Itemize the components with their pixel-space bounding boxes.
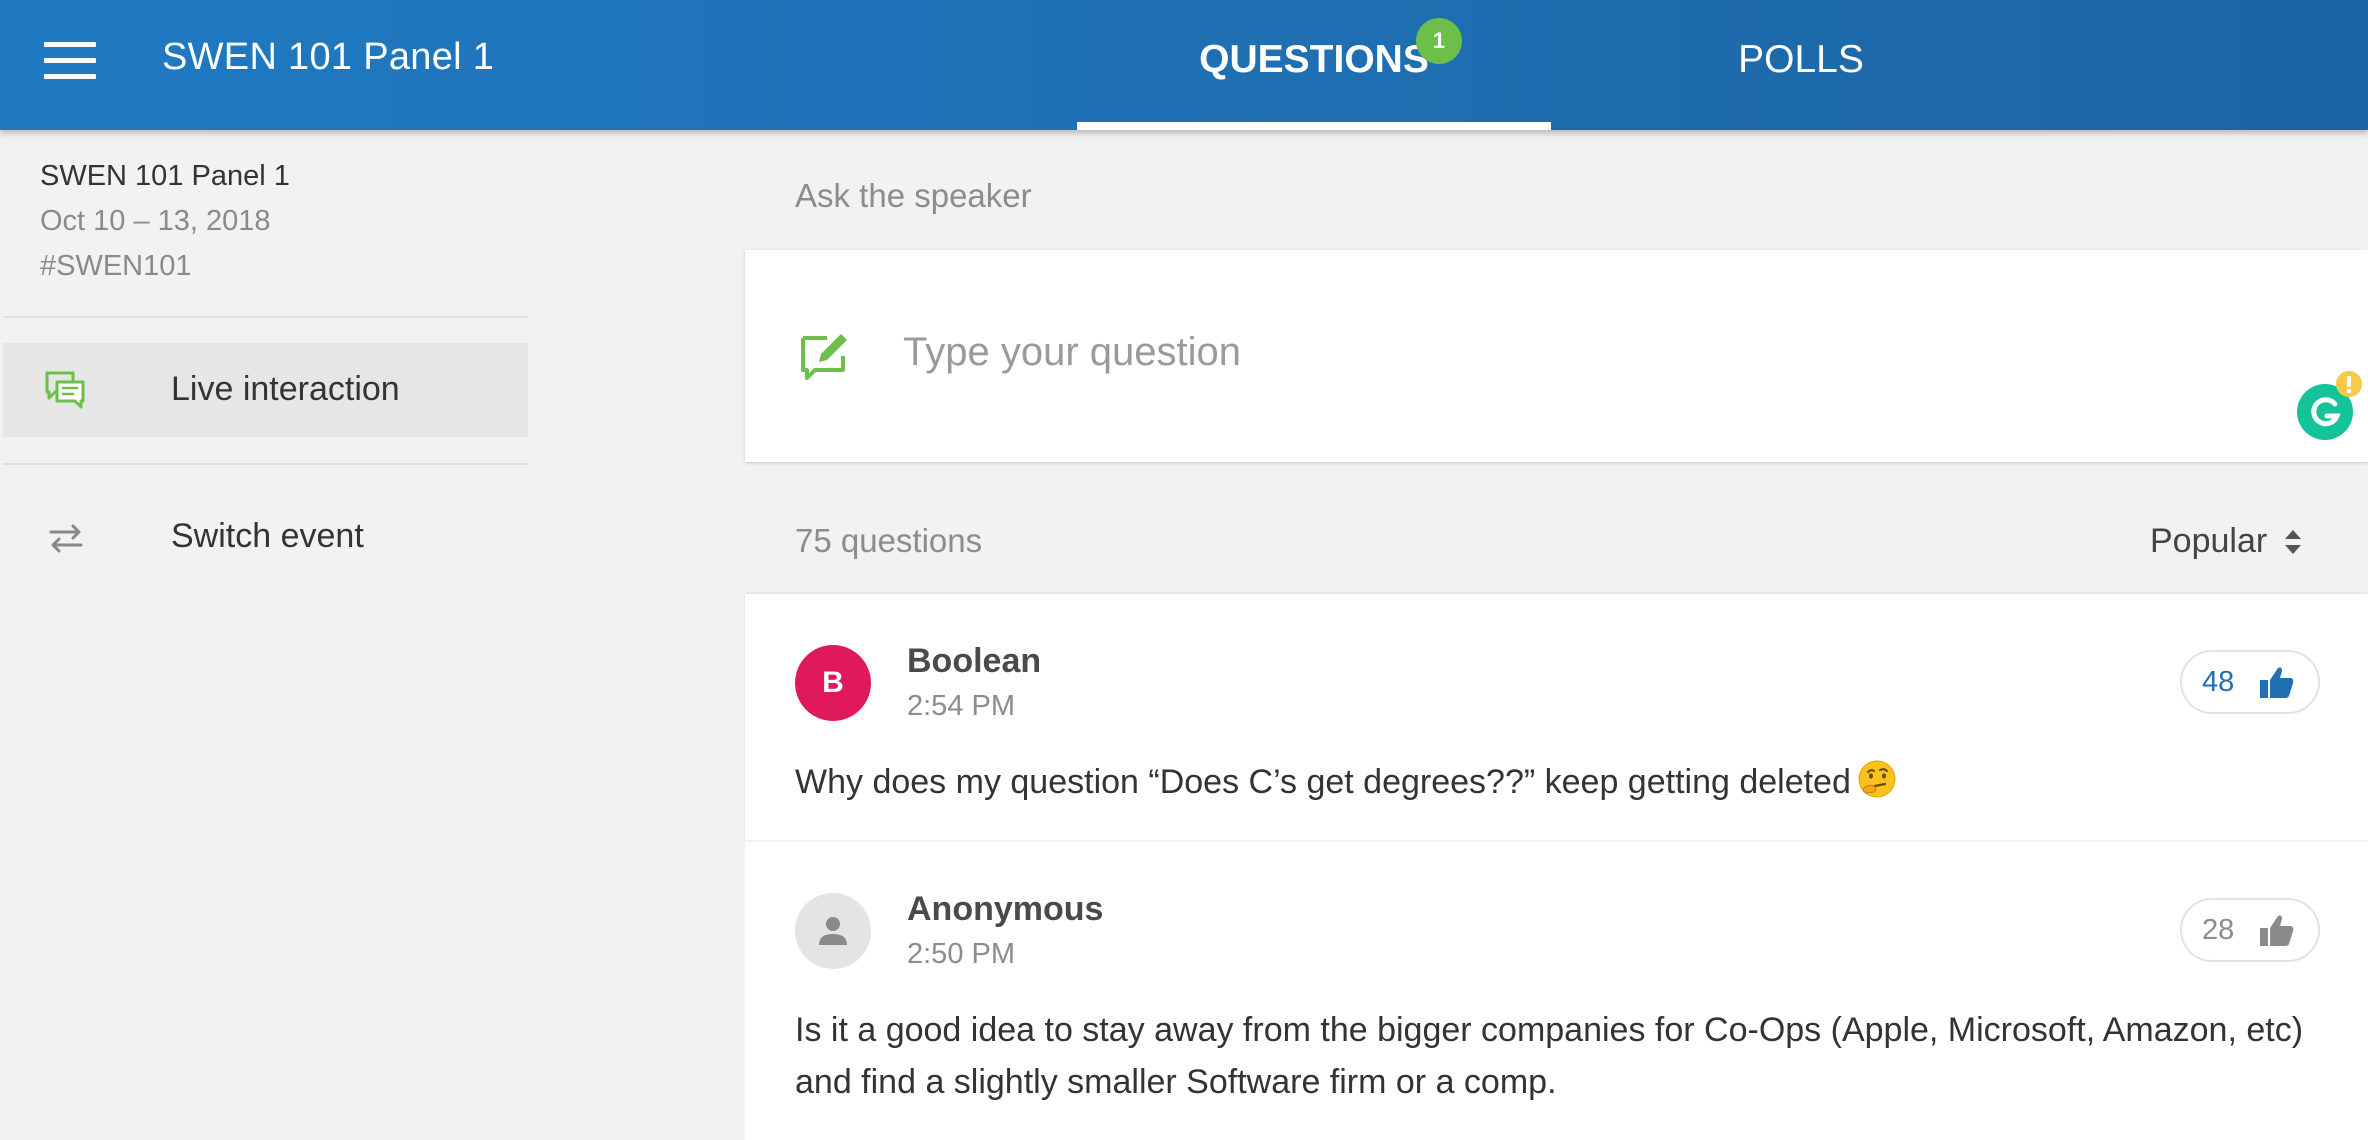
grammarly-icon[interactable] bbox=[2293, 370, 2367, 444]
question-text: Why does my question “Does C’s get degre… bbox=[795, 763, 1851, 801]
thumbs-up-icon bbox=[2260, 915, 2294, 946]
like-count: 28 bbox=[2202, 914, 2235, 946]
question-time: 2:50 PM bbox=[907, 938, 1015, 970]
top-app-bar: SWEN 101 Panel 1 QUESTIONS 1 POLLS bbox=[0, 0, 2368, 130]
question-card: B Boolean 2:54 PM 48 Why does my questio… bbox=[745, 594, 2368, 840]
avatar bbox=[795, 893, 871, 969]
hamburger-menu-icon[interactable] bbox=[44, 42, 96, 80]
question-input[interactable] bbox=[903, 322, 2103, 382]
sort-label: Popular bbox=[2150, 522, 2268, 560]
question-text-wrapper: Why does my question “Does C’s get degre… bbox=[795, 756, 2305, 808]
tab-polls[interactable]: POLLS bbox=[1564, 0, 2038, 130]
person-icon bbox=[819, 917, 847, 945]
sidebar-item-live-interaction[interactable]: Live interaction bbox=[3, 343, 528, 437]
question-text: Is it a good idea to stay away from the … bbox=[795, 1011, 2304, 1101]
sidebar-item-label: Live interaction bbox=[171, 370, 400, 408]
app-title: SWEN 101 Panel 1 bbox=[162, 36, 495, 78]
active-tab-indicator bbox=[1077, 122, 1551, 130]
sort-arrows-icon bbox=[2284, 529, 2301, 554]
ask-speaker-label: Ask the speaker bbox=[795, 177, 1032, 214]
event-dates: Oct 10 – 13, 2018 bbox=[40, 205, 271, 237]
sidebar-item-switch-event[interactable]: Switch event bbox=[3, 490, 528, 584]
questions-count-badge: 1 bbox=[1416, 18, 1462, 64]
like-count: 48 bbox=[2202, 666, 2235, 698]
tab-questions[interactable]: QUESTIONS bbox=[1077, 0, 1551, 130]
question-compose-card bbox=[745, 250, 2368, 462]
sidebar-item-label: Switch event bbox=[171, 517, 364, 555]
thumbs-up-icon bbox=[2260, 667, 2294, 698]
question-time: 2:54 PM bbox=[907, 690, 1015, 722]
swap-arrows-icon bbox=[49, 524, 83, 553]
like-button[interactable]: 48 bbox=[2180, 650, 2320, 714]
event-hashtag: #SWEN101 bbox=[40, 250, 192, 282]
question-author: Anonymous bbox=[907, 890, 1104, 928]
tab-polls-label: POLLS bbox=[1738, 38, 1864, 81]
avatar: B bbox=[795, 645, 871, 721]
event-name: SWEN 101 Panel 1 bbox=[40, 160, 290, 192]
tab-questions-label: QUESTIONS bbox=[1199, 38, 1429, 81]
questions-count: 75 questions bbox=[795, 522, 983, 559]
sidebar: SWEN 101 Panel 1 Oct 10 – 13, 2018 #SWEN… bbox=[0, 130, 530, 1140]
like-button[interactable]: 28 bbox=[2180, 898, 2320, 962]
thinking-face-emoji-icon bbox=[1858, 760, 1896, 798]
chat-bubbles-icon bbox=[45, 371, 85, 409]
sort-dropdown[interactable]: Popular bbox=[2150, 522, 2304, 566]
sidebar-divider bbox=[3, 463, 528, 465]
question-card: Anonymous 2:50 PM 28 Is it a good idea t… bbox=[745, 842, 2368, 1140]
compose-question-icon bbox=[801, 334, 847, 380]
sidebar-divider bbox=[3, 316, 528, 318]
question-author: Boolean bbox=[907, 642, 1042, 680]
